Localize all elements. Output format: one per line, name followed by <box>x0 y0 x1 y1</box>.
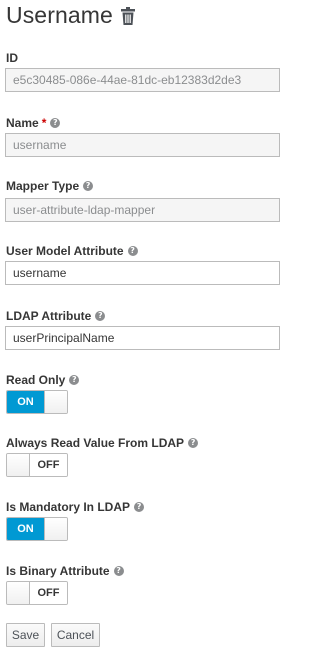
name-label-text: Name <box>6 116 39 130</box>
mapper-type-label-text: Mapper Type <box>6 179 80 193</box>
toggle-off-label: OFF <box>30 582 67 604</box>
help-icon[interactable]: ? <box>127 246 138 256</box>
help-icon[interactable]: ? <box>95 311 106 321</box>
id-value: e5c30485-086e-44ae-81dc-eb12383d2de3 <box>13 73 242 87</box>
id-field: e5c30485-086e-44ae-81dc-eb12383d2de3 <box>5 68 280 92</box>
id-label: ID <box>6 51 18 65</box>
binary-label-text: Is Binary Attribute <box>6 564 110 578</box>
binary-label: Is Binary Attribute ? <box>6 564 124 578</box>
mapper-type-label: Mapper Type ? <box>6 179 94 193</box>
help-icon[interactable]: ? <box>113 566 124 576</box>
toggle-knob <box>44 391 67 413</box>
save-button[interactable]: Save <box>6 623 45 647</box>
read-only-label: Read Only ? <box>6 373 80 387</box>
mandatory-toggle[interactable]: ON <box>6 517 68 541</box>
toggle-knob <box>7 582 30 604</box>
help-icon[interactable]: ? <box>188 438 199 448</box>
required-marker: * <box>41 116 47 130</box>
mandatory-label: Is Mandatory In LDAP ? <box>6 500 145 514</box>
trash-icon[interactable] <box>120 7 135 25</box>
help-icon[interactable]: ? <box>50 118 61 128</box>
always-read-toggle[interactable]: OFF <box>6 453 68 477</box>
help-icon[interactable]: ? <box>134 502 145 512</box>
toggle-knob <box>7 454 30 476</box>
always-read-label-text: Always Read Value From LDAP <box>6 436 185 450</box>
toggle-knob <box>44 518 67 540</box>
page-title: Username <box>6 1 113 28</box>
binary-toggle[interactable]: OFF <box>6 581 68 605</box>
user-model-attribute-label: User Model Attribute ? <box>6 244 138 258</box>
name-label: Name * ? <box>6 116 61 130</box>
always-read-label: Always Read Value From LDAP ? <box>6 436 199 450</box>
name-value: username <box>13 138 67 152</box>
help-icon[interactable]: ? <box>83 181 94 191</box>
mapper-type-field: user-attribute-ldap-mapper <box>5 198 280 222</box>
read-only-toggle[interactable]: ON <box>6 390 68 414</box>
ldap-attribute-label-text: LDAP Attribute <box>6 309 92 323</box>
user-model-attribute-input[interactable]: username <box>5 261 280 285</box>
toggle-on-label: ON <box>7 518 44 540</box>
mapper-type-value: user-attribute-ldap-mapper <box>13 203 156 217</box>
user-model-attribute-label-text: User Model Attribute <box>6 244 124 258</box>
ldap-attribute-label: LDAP Attribute ? <box>6 309 106 323</box>
id-label-text: ID <box>6 51 18 65</box>
user-model-attribute-value: username <box>13 266 67 280</box>
help-icon[interactable]: ? <box>69 375 80 385</box>
mandatory-label-text: Is Mandatory In LDAP <box>6 500 131 514</box>
toggle-off-label: OFF <box>30 454 67 476</box>
toggle-on-label: ON <box>7 391 44 413</box>
cancel-button[interactable]: Cancel <box>51 623 100 647</box>
ldap-attribute-value: userPrincipalName <box>13 331 115 345</box>
page-header: Username <box>6 0 135 30</box>
read-only-label-text: Read Only <box>6 373 66 387</box>
name-field: username <box>5 133 280 157</box>
ldap-attribute-input[interactable]: userPrincipalName <box>5 326 280 350</box>
